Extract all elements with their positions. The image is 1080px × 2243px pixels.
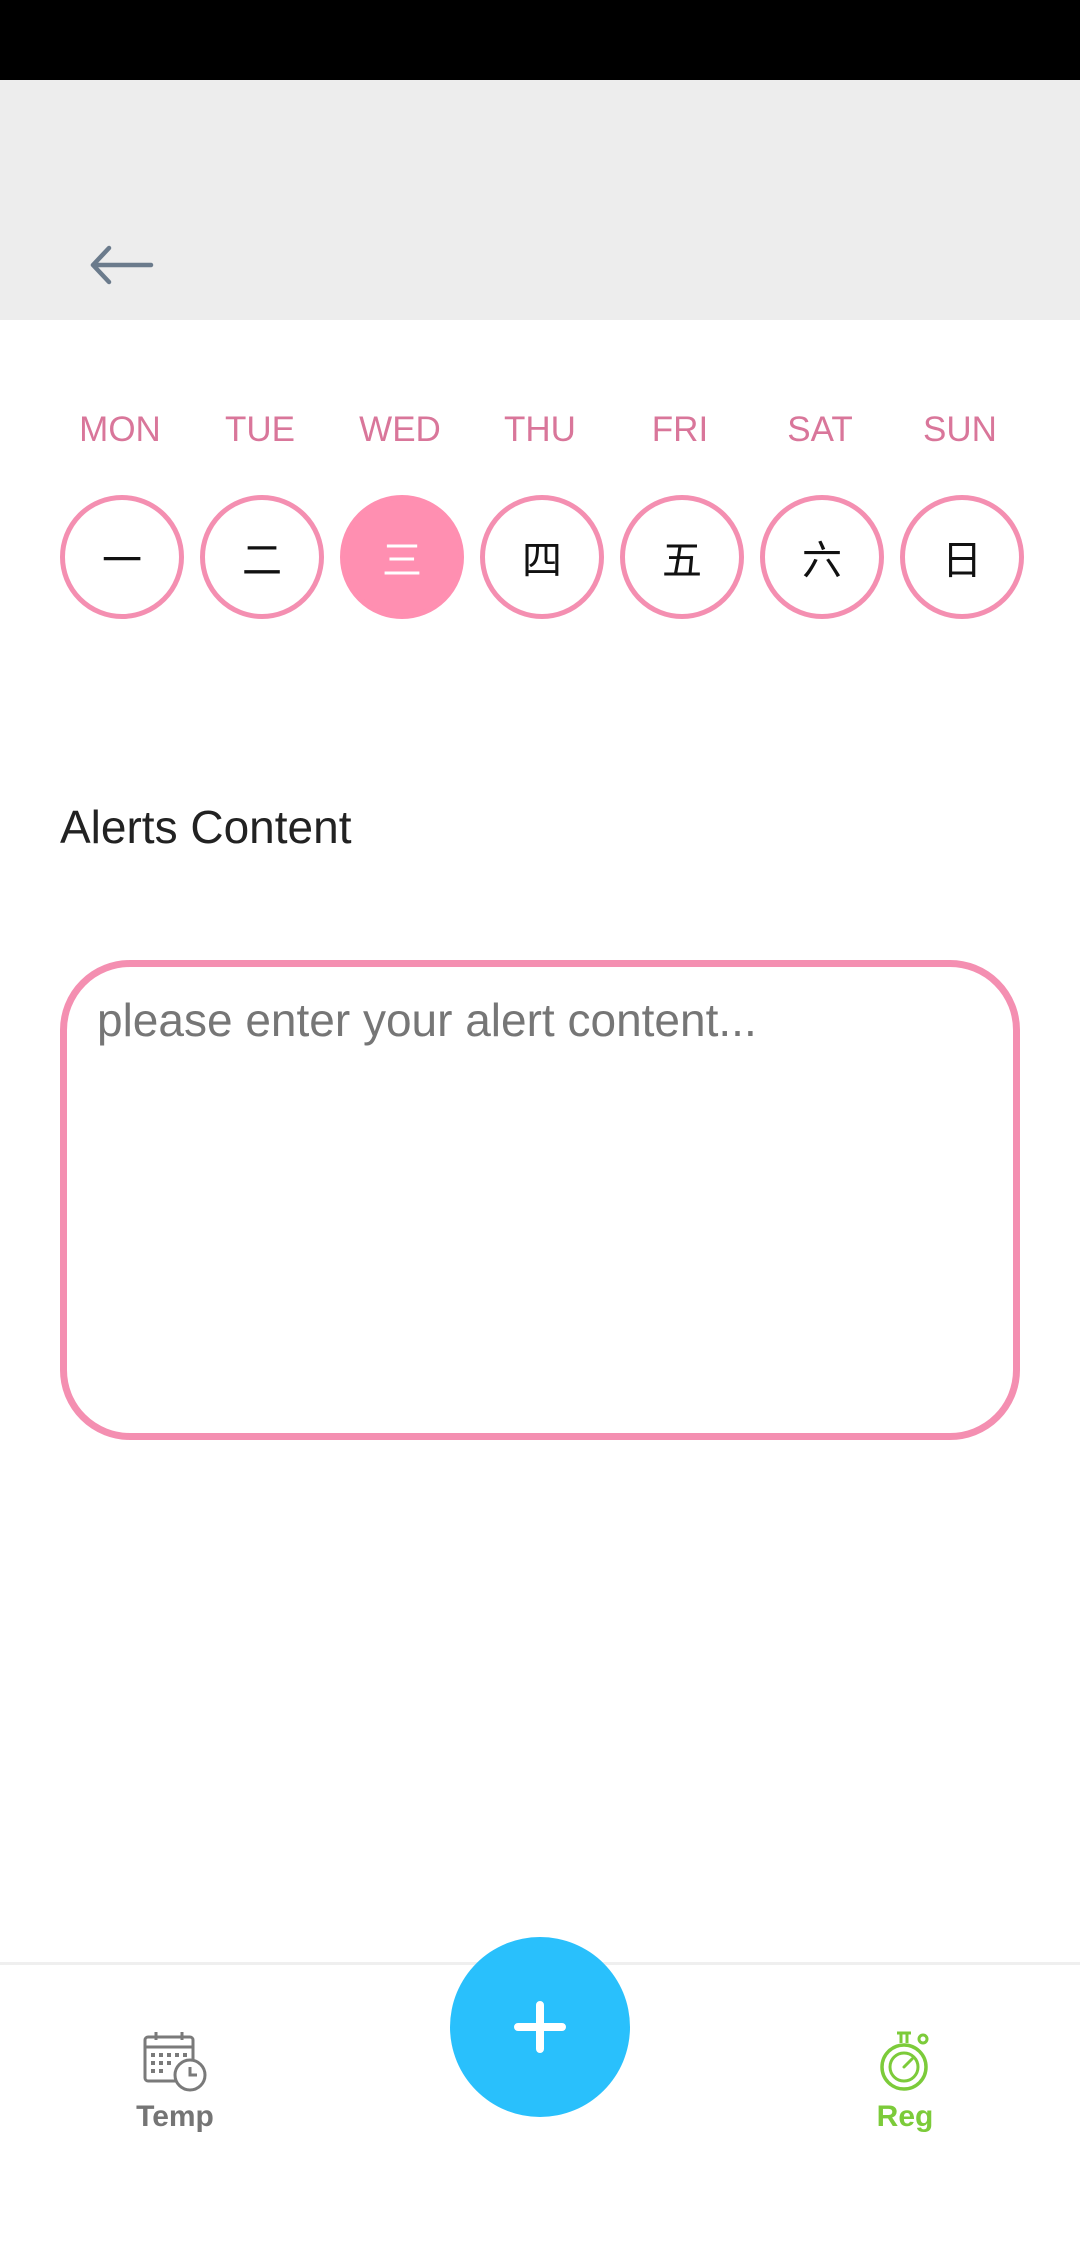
day-toggle-thu[interactable]: 四	[480, 495, 604, 619]
arrow-left-icon	[90, 245, 154, 285]
add-button[interactable]	[450, 1937, 630, 2117]
weekday-label-mon: MON	[79, 410, 161, 449]
weekday-label-tue: TUE	[225, 410, 295, 449]
nav-label-reg: Reg	[876, 2100, 934, 2133]
day-toggle-sun[interactable]: 日	[900, 495, 1024, 619]
weekday-label-sun: SUN	[923, 410, 997, 449]
weekday-label-sat: SAT	[787, 410, 853, 449]
nav-item-temp[interactable]: Temp	[95, 2030, 255, 2134]
calendar-clock-icon	[143, 2032, 207, 2092]
weekday-label-fri: FRI	[651, 410, 709, 449]
weekday-labels: MON TUE WED THU FRI SAT SUN	[0, 410, 1080, 470]
weekday-label-wed: WED	[359, 410, 441, 449]
day-toggle-tue[interactable]: 二	[200, 495, 324, 619]
weekday-label-thu: THU	[504, 410, 576, 449]
alert-content-input[interactable]	[60, 960, 1020, 1440]
day-toggle-sat[interactable]: 六	[760, 495, 884, 619]
nav-label-temp: Temp	[136, 2100, 214, 2133]
day-toggle-fri[interactable]: 五	[620, 495, 744, 619]
alerts-content-title: Alerts Content	[60, 801, 352, 853]
status-bar	[0, 0, 1080, 80]
plus-icon	[514, 2001, 566, 2053]
stopwatch-icon	[880, 2031, 929, 2091]
day-toggle-wed[interactable]: 三	[340, 495, 464, 619]
back-button[interactable]	[70, 220, 170, 310]
nav-item-reg[interactable]: Reg	[825, 2030, 985, 2134]
day-toggle-mon[interactable]: 一	[60, 495, 184, 619]
